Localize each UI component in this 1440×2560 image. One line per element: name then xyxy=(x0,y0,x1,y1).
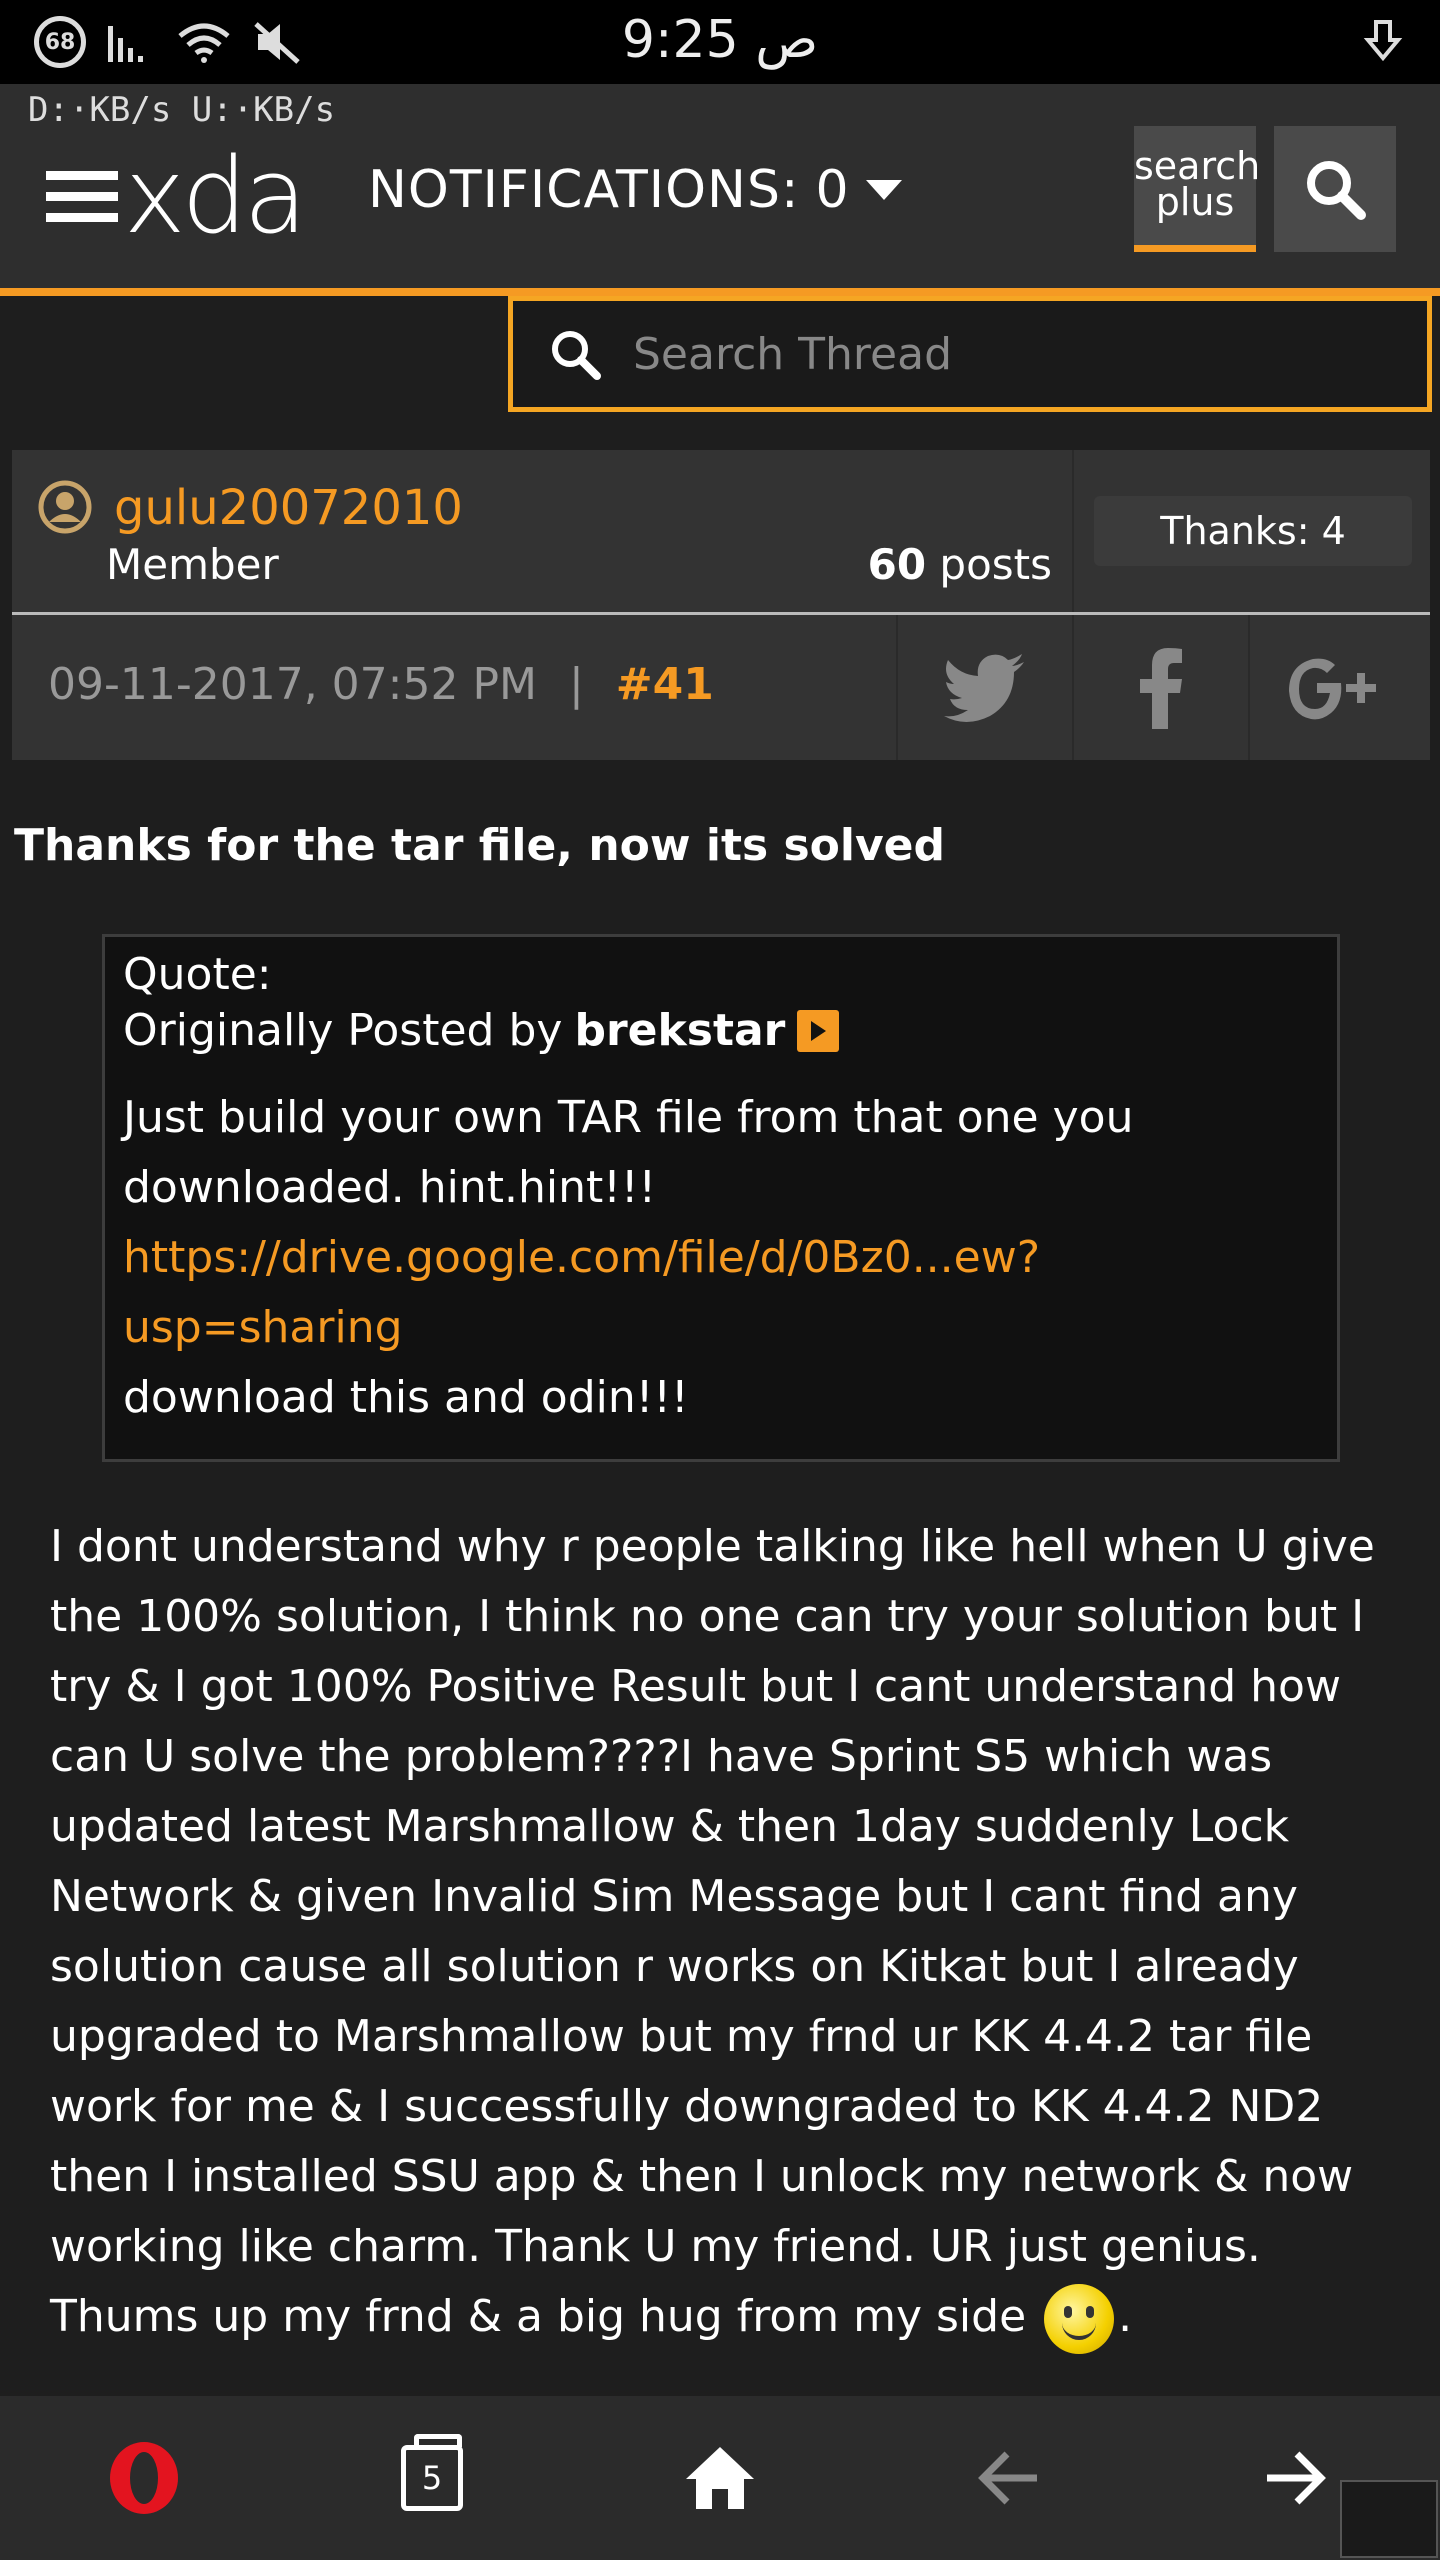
post-first-line: Thanks for the tar file, now its solved xyxy=(14,820,946,871)
search-thread-input[interactable]: Search Thread xyxy=(508,296,1432,412)
post-number-link[interactable]: #41 xyxy=(616,659,714,710)
xda-logo[interactable]: xda xyxy=(46,135,307,257)
quote-label: Quote: xyxy=(123,949,272,1000)
post-count: 60 posts xyxy=(868,540,1052,589)
quote-link[interactable]: https://drive.google.com/file/d/0Bz0...e… xyxy=(123,1223,1319,1363)
search-icon xyxy=(552,331,601,380)
post-date: 09-11-2017, 07:52 PM | #41 xyxy=(48,659,714,710)
forward-button[interactable] xyxy=(1256,2438,1336,2518)
post-count-number: 60 xyxy=(867,540,927,589)
thanks-column: Thanks: 4 xyxy=(1072,450,1430,612)
user-icon xyxy=(38,480,92,534)
share-google-plus-button[interactable] xyxy=(1248,615,1424,760)
logo-text: xda xyxy=(124,135,307,257)
watermark-logo xyxy=(1340,2480,1438,2558)
search-thread-placeholder: Search Thread xyxy=(633,328,952,380)
search-plus-line1: search xyxy=(1134,144,1261,188)
notifications-count: 0 xyxy=(815,160,850,220)
smiley-icon xyxy=(1044,2284,1115,2354)
menu-icon[interactable] xyxy=(46,170,118,222)
google-plus-icon xyxy=(1289,658,1376,719)
notifications-label: NOTIFICATIONS: xyxy=(368,160,800,220)
originally-posted-by: Originally Posted by xyxy=(123,1005,563,1056)
tabs-button[interactable]: 5 xyxy=(392,2434,472,2518)
search-button[interactable] xyxy=(1274,126,1396,252)
arrow-left-icon xyxy=(978,2451,1037,2505)
post-header: gulu20072010 Member 60 posts Thanks: 4 0… xyxy=(12,450,1430,760)
quote-after-link: download this and odin!!! xyxy=(123,1372,689,1423)
post-body-text: I dont understand why r people talking l… xyxy=(50,1521,1375,2342)
quote-block: Quote: Originally Posted by brekstar Jus… xyxy=(102,934,1340,1462)
share-facebook-button[interactable] xyxy=(1072,615,1248,760)
download-icon xyxy=(1360,18,1406,68)
quote-body: Just build your own TAR file from that o… xyxy=(123,1083,1319,1433)
home-icon xyxy=(686,2447,754,2509)
user-info: gulu20072010 Member 60 posts xyxy=(12,450,1072,612)
search-icon xyxy=(1307,161,1366,220)
tabs-count: 5 xyxy=(421,2459,443,2497)
post-date-text: 09-11-2017, 07:52 PM xyxy=(48,659,537,710)
separator: | xyxy=(568,659,584,710)
quote-text: Just build your own TAR file from that o… xyxy=(123,1092,1134,1213)
post-body-end: . xyxy=(1118,2291,1133,2342)
browser-bottom-bar: 5 xyxy=(0,2396,1440,2560)
opera-menu-button[interactable] xyxy=(104,2438,184,2518)
quote-author: brekstar xyxy=(574,1005,786,1056)
tabs-icon: 5 xyxy=(401,2434,463,2511)
thanks-badge: Thanks: 4 xyxy=(1094,496,1412,566)
post-meta: 09-11-2017, 07:52 PM | #41 xyxy=(12,615,1430,760)
home-button[interactable] xyxy=(680,2438,760,2518)
status-bar: 68 9:25 ص xyxy=(0,0,1440,84)
username-link[interactable]: gulu20072010 xyxy=(114,480,463,536)
arrow-right-icon xyxy=(1267,2451,1326,2505)
network-speed: D:·KB/s U:·KB/s xyxy=(28,90,336,130)
chevron-down-icon xyxy=(865,180,902,200)
notifications-dropdown[interactable]: NOTIFICATIONS: 0 xyxy=(368,160,902,220)
search-plus-button[interactable]: search plus xyxy=(1134,126,1261,252)
user-role: Member xyxy=(106,540,279,589)
post-count-label: posts xyxy=(939,540,1052,589)
facebook-icon xyxy=(1140,647,1182,729)
quote-attribution: Originally Posted by brekstar xyxy=(123,1003,1319,1059)
share-twitter-button[interactable] xyxy=(896,615,1072,760)
view-post-icon[interactable] xyxy=(797,1010,840,1052)
opera-icon xyxy=(110,2442,178,2514)
search-plus-line2: plus xyxy=(1155,180,1235,224)
status-time: 9:25 ص xyxy=(621,10,819,70)
back-button[interactable] xyxy=(968,2438,1048,2518)
post-body: I dont understand why r people talking l… xyxy=(50,1512,1400,2354)
twitter-icon xyxy=(944,653,1024,722)
